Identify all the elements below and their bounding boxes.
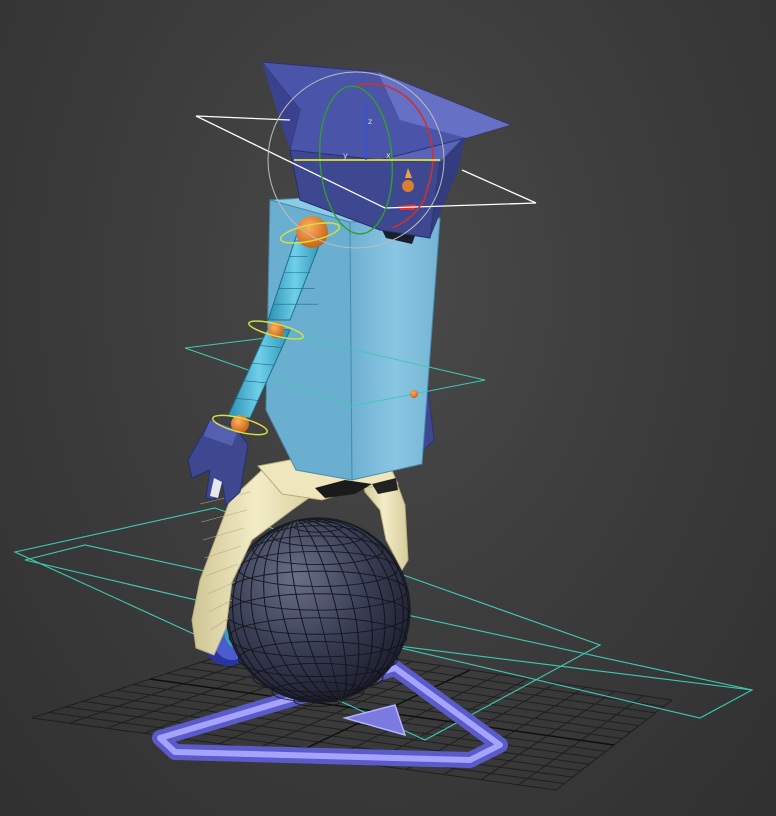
gizmo-axis-x-label: x	[386, 151, 391, 160]
back-shoulder-joint[interactable]	[410, 390, 418, 398]
scene-canvas[interactable]: y x z	[0, 0, 776, 816]
torso[interactable]	[265, 195, 441, 481]
gizmo-axis-z-label: z	[368, 117, 372, 126]
gizmo-axis-y-label: y	[343, 151, 348, 160]
perspective-viewport[interactable]: y x z	[0, 0, 776, 816]
